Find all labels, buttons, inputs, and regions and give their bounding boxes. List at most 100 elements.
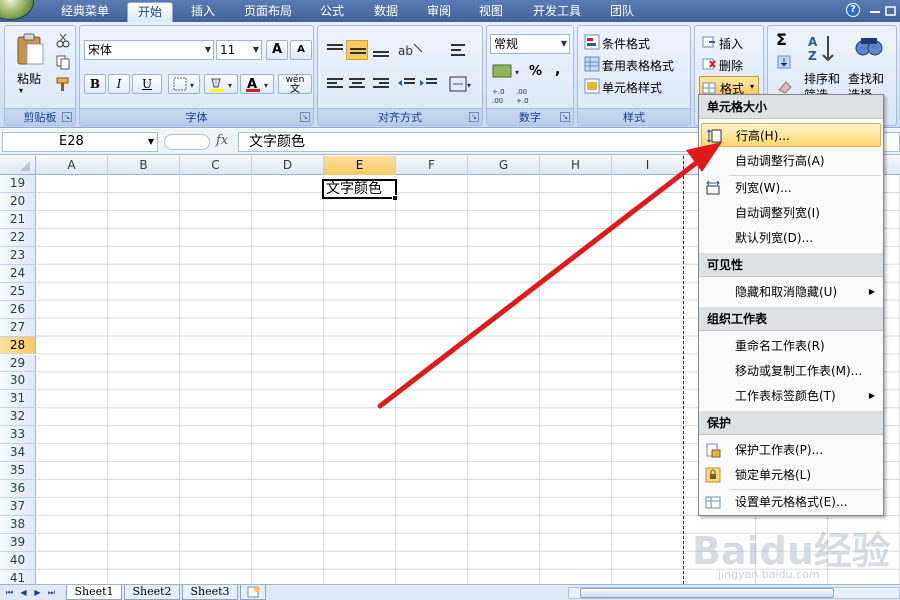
- horizontal-scrollbar-thumb[interactable]: [580, 588, 834, 598]
- row-header-21[interactable]: 21: [0, 210, 36, 229]
- align-bottom-icon[interactable]: [370, 40, 392, 60]
- orientation-icon[interactable]: ab: [396, 40, 426, 60]
- grow-font-button[interactable]: A: [266, 40, 288, 60]
- format-table-label[interactable]: 套用表格格式: [602, 57, 674, 74]
- font-color-button[interactable]: A ▾: [240, 74, 274, 94]
- sheet-tab-sheet3[interactable]: Sheet3: [182, 585, 238, 600]
- autosum-icon[interactable]: Σ: [776, 30, 787, 49]
- window-controls[interactable]: [866, 2, 900, 20]
- sort-filter-icon[interactable]: AZ: [806, 32, 838, 64]
- shrink-font-button[interactable]: A: [290, 40, 312, 60]
- row-header-36[interactable]: 36: [0, 480, 36, 499]
- menu-item-default-width[interactable]: 默认列宽(D)...: [701, 226, 881, 250]
- number-format-combo[interactable]: 常规 ▼: [490, 34, 570, 54]
- row-header-38[interactable]: 38: [0, 516, 36, 534]
- row-header-33[interactable]: 33: [0, 426, 36, 445]
- menu-item-column-width[interactable]: 列宽(W)...: [701, 176, 881, 200]
- menu-item-move-copy-sheet[interactable]: 移动或复制工作表(M)...: [701, 359, 881, 383]
- insert-cells-icon[interactable]: [701, 34, 717, 50]
- currency-icon[interactable]: ▾: [491, 62, 523, 80]
- row-header-24[interactable]: 24: [0, 264, 36, 283]
- row-header-28[interactable]: 28: [0, 336, 36, 355]
- font-launcher[interactable]: ↘: [300, 112, 310, 122]
- row-header-32[interactable]: 32: [0, 408, 36, 427]
- wrap-text-icon[interactable]: [448, 40, 470, 60]
- fill-icon[interactable]: [776, 54, 794, 72]
- tab-home[interactable]: 开始: [127, 2, 173, 22]
- cell-styles-icon[interactable]: [584, 78, 600, 94]
- chevron-down-icon[interactable]: ▼: [148, 133, 154, 151]
- row-header-29[interactable]: 29: [0, 354, 36, 373]
- find-select-icon[interactable]: [852, 32, 884, 64]
- menu-item-lock-cell[interactable]: 锁定单元格(L): [701, 463, 881, 487]
- insert-function-button[interactable]: fx: [216, 133, 238, 151]
- format-painter-icon[interactable]: [55, 76, 71, 92]
- row-header-20[interactable]: 20: [0, 192, 36, 211]
- bold-button[interactable]: B: [84, 74, 106, 94]
- underline-button[interactable]: U: [132, 74, 162, 94]
- font-size-combo[interactable]: 11 ▼: [216, 40, 262, 60]
- percent-button[interactable]: %: [529, 64, 542, 79]
- cut-icon[interactable]: [55, 32, 71, 48]
- column-header-a[interactable]: A: [36, 156, 108, 175]
- column-header-c[interactable]: C: [180, 156, 252, 175]
- delete-cells-label[interactable]: 删除: [719, 57, 743, 74]
- align-right-icon[interactable]: [370, 74, 392, 94]
- row-header-37[interactable]: 37: [0, 498, 36, 517]
- row-header-35[interactable]: 35: [0, 462, 36, 481]
- align-left-icon[interactable]: [324, 74, 346, 94]
- increase-decimal-icon[interactable]: +.0.00: [491, 86, 513, 106]
- formula-bar-expand-handle[interactable]: [164, 134, 210, 150]
- fill-handle[interactable]: [392, 195, 398, 201]
- clipboard-launcher[interactable]: ↘: [62, 112, 72, 122]
- delete-cells-icon[interactable]: [701, 56, 717, 72]
- tab-team[interactable]: 团队: [600, 2, 644, 22]
- align-center-icon[interactable]: [346, 74, 368, 94]
- row-header-23[interactable]: 23: [0, 246, 36, 265]
- insert-sheet-button[interactable]: [240, 585, 266, 600]
- row-header-22[interactable]: 22: [0, 228, 36, 247]
- alignment-launcher[interactable]: ↘: [469, 112, 479, 122]
- number-launcher[interactable]: ↘: [560, 112, 570, 122]
- insert-cells-label[interactable]: 插入: [719, 35, 743, 52]
- last-sheet-icon[interactable]: ⏭: [46, 587, 57, 598]
- paste-label[interactable]: 粘贴: [17, 70, 41, 87]
- row-header-25[interactable]: 25: [0, 282, 36, 301]
- cell-styles-label[interactable]: 单元格样式: [602, 79, 662, 96]
- decrease-decimal-icon[interactable]: .00+.0: [515, 86, 537, 106]
- menu-item-row-height[interactable]: 行高(H)...: [701, 123, 881, 147]
- paste-icon[interactable]: [15, 32, 45, 66]
- conditional-format-label[interactable]: 条件格式: [602, 35, 650, 52]
- menu-item-tab-color[interactable]: 工作表标签颜色(T) ▶: [701, 384, 881, 408]
- menu-item-autofit-column[interactable]: 自动调整列宽(I): [701, 201, 881, 225]
- tab-formulas[interactable]: 公式: [310, 2, 354, 22]
- tab-insert[interactable]: 插入: [182, 2, 224, 22]
- column-header-h[interactable]: H: [540, 156, 612, 175]
- row-header-40[interactable]: 40: [0, 551, 36, 570]
- row-header-27[interactable]: 27: [0, 318, 36, 337]
- column-header-b[interactable]: B: [108, 156, 180, 175]
- menu-item-format-cells[interactable]: 设置单元格格式(E)...: [701, 490, 881, 514]
- increase-indent-icon[interactable]: [418, 74, 440, 94]
- tab-developer[interactable]: 开发工具: [524, 2, 590, 22]
- phonetic-button[interactable]: wén 文: [278, 74, 312, 95]
- name-box[interactable]: E28 ▼: [2, 132, 158, 152]
- menu-item-autofit-row[interactable]: 自动调整行高(A): [701, 149, 881, 173]
- column-header-e[interactable]: E: [324, 156, 396, 175]
- column-header-g[interactable]: G: [468, 156, 540, 175]
- paste-dropdown-arrow[interactable]: ▾: [19, 86, 23, 95]
- select-all-corner[interactable]: [0, 156, 36, 175]
- active-cell-e28[interactable]: 文字颜色: [322, 179, 397, 199]
- merge-center-icon[interactable]: ▾: [448, 74, 474, 94]
- tab-review[interactable]: 审阅: [418, 2, 460, 22]
- prev-sheet-icon[interactable]: ◀: [18, 587, 29, 598]
- row-header-30[interactable]: 30: [0, 372, 36, 391]
- sort-filter-label[interactable]: 排序和: [804, 70, 840, 87]
- minimize-icon[interactable]: [866, 2, 900, 20]
- row-header-34[interactable]: 34: [0, 444, 36, 463]
- row-header-19[interactable]: 19: [0, 175, 36, 193]
- tab-classic-menu[interactable]: 经典菜单: [52, 2, 118, 22]
- fill-color-button[interactable]: ▾: [204, 74, 238, 94]
- tab-page-layout[interactable]: 页面布局: [236, 2, 300, 22]
- comma-button[interactable]: ,: [555, 62, 560, 78]
